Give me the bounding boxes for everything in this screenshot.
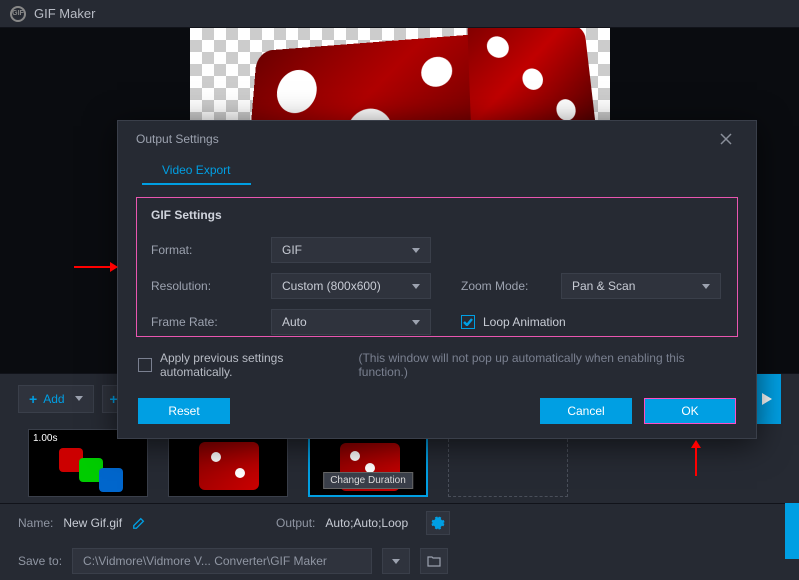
export-button[interactable] xyxy=(785,503,799,559)
check-icon xyxy=(463,318,473,326)
format-label: Format: xyxy=(151,243,271,257)
chevron-down-icon xyxy=(702,284,710,289)
saveto-dropdown[interactable] xyxy=(382,548,410,574)
folder-icon xyxy=(427,555,441,567)
chevron-down-icon xyxy=(75,396,83,401)
play-button[interactable] xyxy=(753,374,781,424)
resolution-value: Custom (800x600) xyxy=(282,279,381,293)
zoom-value: Pan & Scan xyxy=(572,279,635,293)
format-select[interactable]: GIF xyxy=(271,237,431,263)
dialog-title: Output Settings xyxy=(136,132,219,146)
edit-name-icon[interactable] xyxy=(132,516,146,530)
open-folder-button[interactable] xyxy=(420,548,448,574)
annotation-arrow-2 xyxy=(695,448,697,476)
output-label: Output: xyxy=(276,516,315,530)
annotation-arrow-1 xyxy=(74,266,110,268)
apply-checkbox[interactable] xyxy=(138,358,152,372)
saveto-path[interactable]: C:\Vidmore\Vidmore V... Converter\GIF Ma… xyxy=(72,548,372,574)
add-button[interactable]: + Add xyxy=(18,385,94,413)
play-icon xyxy=(762,393,772,405)
ok-button[interactable]: OK xyxy=(644,398,736,424)
titlebar: GIF GIF Maker xyxy=(0,0,799,28)
loop-checkbox[interactable] xyxy=(461,315,475,329)
format-value: GIF xyxy=(282,243,302,257)
zoom-label: Zoom Mode: xyxy=(461,279,561,293)
close-button[interactable] xyxy=(714,127,738,151)
framerate-select[interactable]: Auto xyxy=(271,309,431,335)
plus-icon: + xyxy=(29,391,37,407)
thumbnail-placeholder[interactable] xyxy=(448,429,568,497)
app-title: GIF Maker xyxy=(34,6,95,21)
reset-button[interactable]: Reset xyxy=(138,398,230,424)
app-logo-icon: GIF xyxy=(10,6,26,22)
chevron-down-icon xyxy=(412,284,420,289)
name-label: Name: xyxy=(18,516,53,530)
output-settings-dialog: Output Settings Video Export GIF Setting… xyxy=(117,120,757,439)
gif-settings-panel: GIF Settings Format: GIF Resolution: Cus… xyxy=(136,197,738,337)
close-icon xyxy=(719,132,733,146)
framerate-value: Auto xyxy=(282,315,307,329)
saveto-label: Save to: xyxy=(18,554,62,568)
name-value: New Gif.gif xyxy=(63,516,122,530)
bottom-bar: Name: New Gif.gif Output: Auto;Auto;Loop… xyxy=(0,503,799,580)
duration-label: 1.00s xyxy=(33,433,57,444)
add-label: Add xyxy=(43,392,64,406)
cancel-button[interactable]: Cancel xyxy=(540,398,632,424)
framerate-label: Frame Rate: xyxy=(151,315,271,329)
thumbnail-1[interactable]: 1.00s xyxy=(28,429,148,497)
loop-label: Loop Animation xyxy=(483,315,566,329)
thumbnail-2[interactable] xyxy=(168,429,288,497)
chevron-down-icon xyxy=(392,559,400,564)
apply-text: Apply previous settings automatically. xyxy=(160,351,359,379)
zoom-select[interactable]: Pan & Scan xyxy=(561,273,721,299)
apply-subtext: (This window will not pop up automatical… xyxy=(358,351,736,379)
resolution-label: Resolution: xyxy=(151,279,271,293)
output-settings-button[interactable] xyxy=(426,511,450,535)
output-value: Auto;Auto;Loop xyxy=(325,516,408,530)
chevron-down-icon xyxy=(412,248,420,253)
tab-video-export[interactable]: Video Export xyxy=(142,157,251,185)
section-title: GIF Settings xyxy=(151,208,723,222)
thumbnail-3[interactable]: Change Duration xyxy=(308,429,428,497)
change-duration-button[interactable]: Change Duration xyxy=(323,472,413,489)
gear-icon xyxy=(431,516,445,530)
resolution-select[interactable]: Custom (800x600) xyxy=(271,273,431,299)
chevron-down-icon xyxy=(412,320,420,325)
